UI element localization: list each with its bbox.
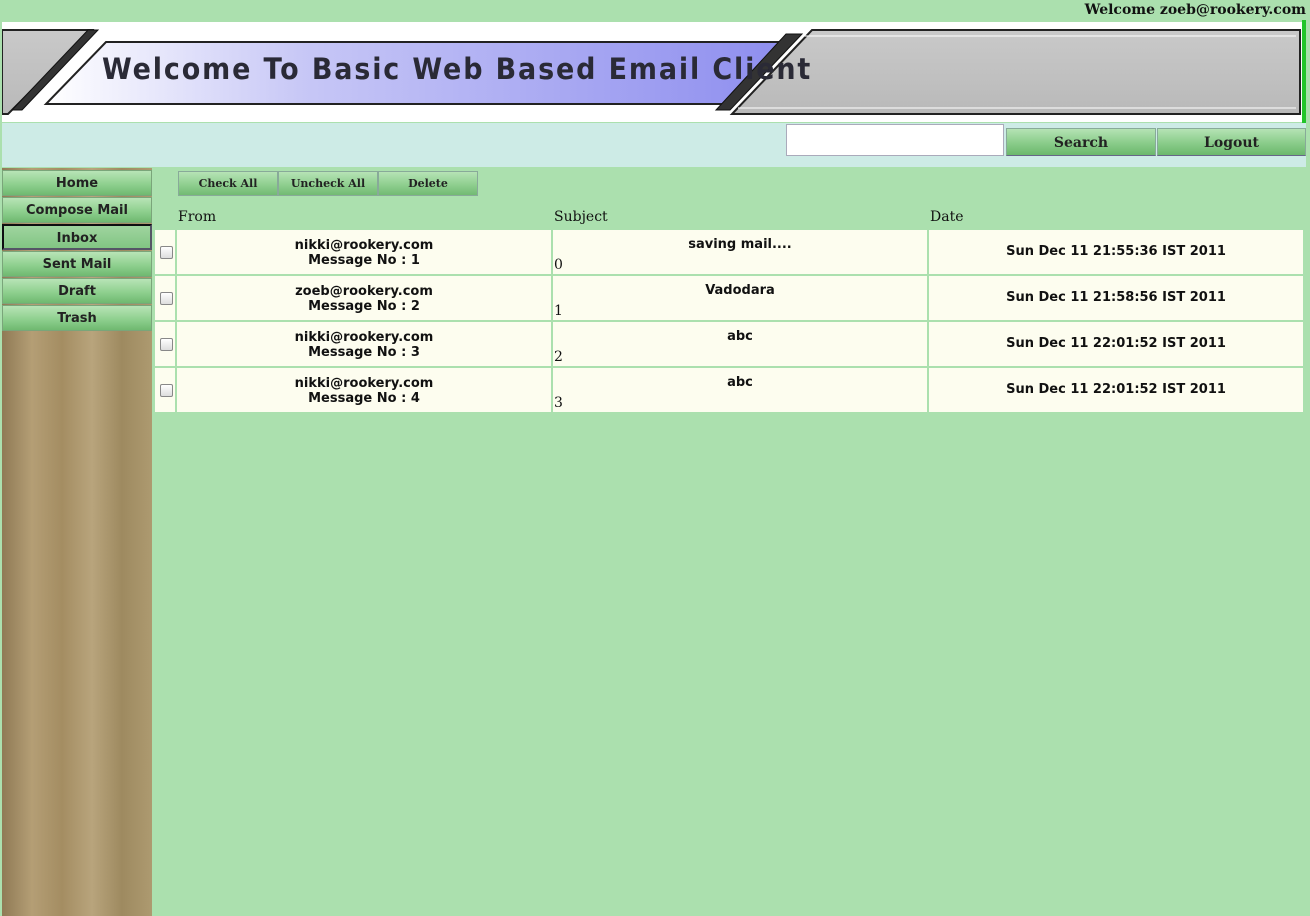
- column-header-date: Date: [930, 209, 964, 225]
- message-number: Message No : 2: [308, 299, 420, 314]
- check-all-button[interactable]: Check All: [178, 171, 278, 196]
- column-header-from: From: [178, 209, 217, 225]
- banner-title: Welcome To Basic Web Based Email Client: [102, 52, 813, 86]
- sender-email: zoeb@rookery.com: [295, 284, 433, 299]
- search-input[interactable]: [786, 124, 1004, 156]
- sidebar-item-compose-mail[interactable]: Compose Mail: [2, 197, 152, 223]
- mail-table: nikki@rookery.com Message No : 1 saving …: [153, 228, 1305, 414]
- date-cell: Sun Dec 11 22:01:52 IST 2011: [929, 368, 1303, 412]
- sidebar-item-home[interactable]: Home: [2, 170, 152, 196]
- table-row[interactable]: nikki@rookery.com Message No : 3 abc 2 S…: [155, 322, 1303, 366]
- date-cell: Sun Dec 11 22:01:52 IST 2011: [929, 322, 1303, 366]
- accent-line: [1302, 20, 1306, 124]
- logout-button[interactable]: Logout: [1157, 128, 1306, 156]
- row-checkbox[interactable]: [160, 246, 173, 259]
- subject-text: saving mail....: [688, 237, 792, 252]
- message-number: Message No : 1: [308, 253, 420, 268]
- subject-cell[interactable]: saving mail.... 0: [553, 230, 927, 274]
- sender-email: nikki@rookery.com: [294, 238, 434, 253]
- sender-email: nikki@rookery.com: [294, 330, 434, 345]
- date-cell: Sun Dec 11 21:55:36 IST 2011: [929, 230, 1303, 274]
- table-row[interactable]: zoeb@rookery.com Message No : 2 Vadodara…: [155, 276, 1303, 320]
- date-cell: Sun Dec 11 21:58:56 IST 2011: [929, 276, 1303, 320]
- subject-cell[interactable]: Vadodara 1: [553, 276, 927, 320]
- subject-text: abc: [727, 329, 753, 344]
- row-checkbox-cell: [155, 322, 175, 366]
- search-button[interactable]: Search: [1006, 128, 1156, 156]
- column-header-subject: Subject: [554, 209, 608, 225]
- sender-email: nikki@rookery.com: [294, 376, 434, 391]
- welcome-text: Welcome zoeb@rookery.com: [1084, 2, 1306, 18]
- subject-text: abc: [727, 375, 753, 390]
- from-cell[interactable]: nikki@rookery.com Message No : 4: [177, 368, 551, 412]
- row-checkbox[interactable]: [160, 338, 173, 351]
- row-index: 3: [554, 395, 563, 411]
- sidebar-item-draft[interactable]: Draft: [2, 278, 152, 304]
- subject-cell[interactable]: abc 2: [553, 322, 927, 366]
- from-cell[interactable]: nikki@rookery.com Message No : 1: [177, 230, 551, 274]
- header-banner: Welcome To Basic Web Based Email Client: [2, 22, 1304, 122]
- message-number: Message No : 4: [308, 391, 420, 406]
- row-index: 0: [554, 257, 563, 273]
- from-cell[interactable]: zoeb@rookery.com Message No : 2: [177, 276, 551, 320]
- subject-text: Vadodara: [705, 283, 775, 298]
- sidebar-item-sent-mail[interactable]: Sent Mail: [2, 251, 152, 277]
- row-checkbox-cell: [155, 368, 175, 412]
- uncheck-all-button[interactable]: Uncheck All: [278, 171, 378, 196]
- row-checkbox[interactable]: [160, 384, 173, 397]
- table-row[interactable]: nikki@rookery.com Message No : 4 abc 3 S…: [155, 368, 1303, 412]
- table-row[interactable]: nikki@rookery.com Message No : 1 saving …: [155, 230, 1303, 274]
- row-checkbox-cell: [155, 276, 175, 320]
- delete-button[interactable]: Delete: [378, 171, 478, 196]
- from-cell[interactable]: nikki@rookery.com Message No : 3: [177, 322, 551, 366]
- row-index: 2: [554, 349, 563, 365]
- subject-cell[interactable]: abc 3: [553, 368, 927, 412]
- sidebar-item-trash[interactable]: Trash: [2, 305, 152, 331]
- row-checkbox[interactable]: [160, 292, 173, 305]
- sidebar-item-inbox[interactable]: Inbox: [2, 224, 152, 250]
- row-checkbox-cell: [155, 230, 175, 274]
- message-number: Message No : 3: [308, 345, 420, 360]
- row-index: 1: [554, 303, 563, 319]
